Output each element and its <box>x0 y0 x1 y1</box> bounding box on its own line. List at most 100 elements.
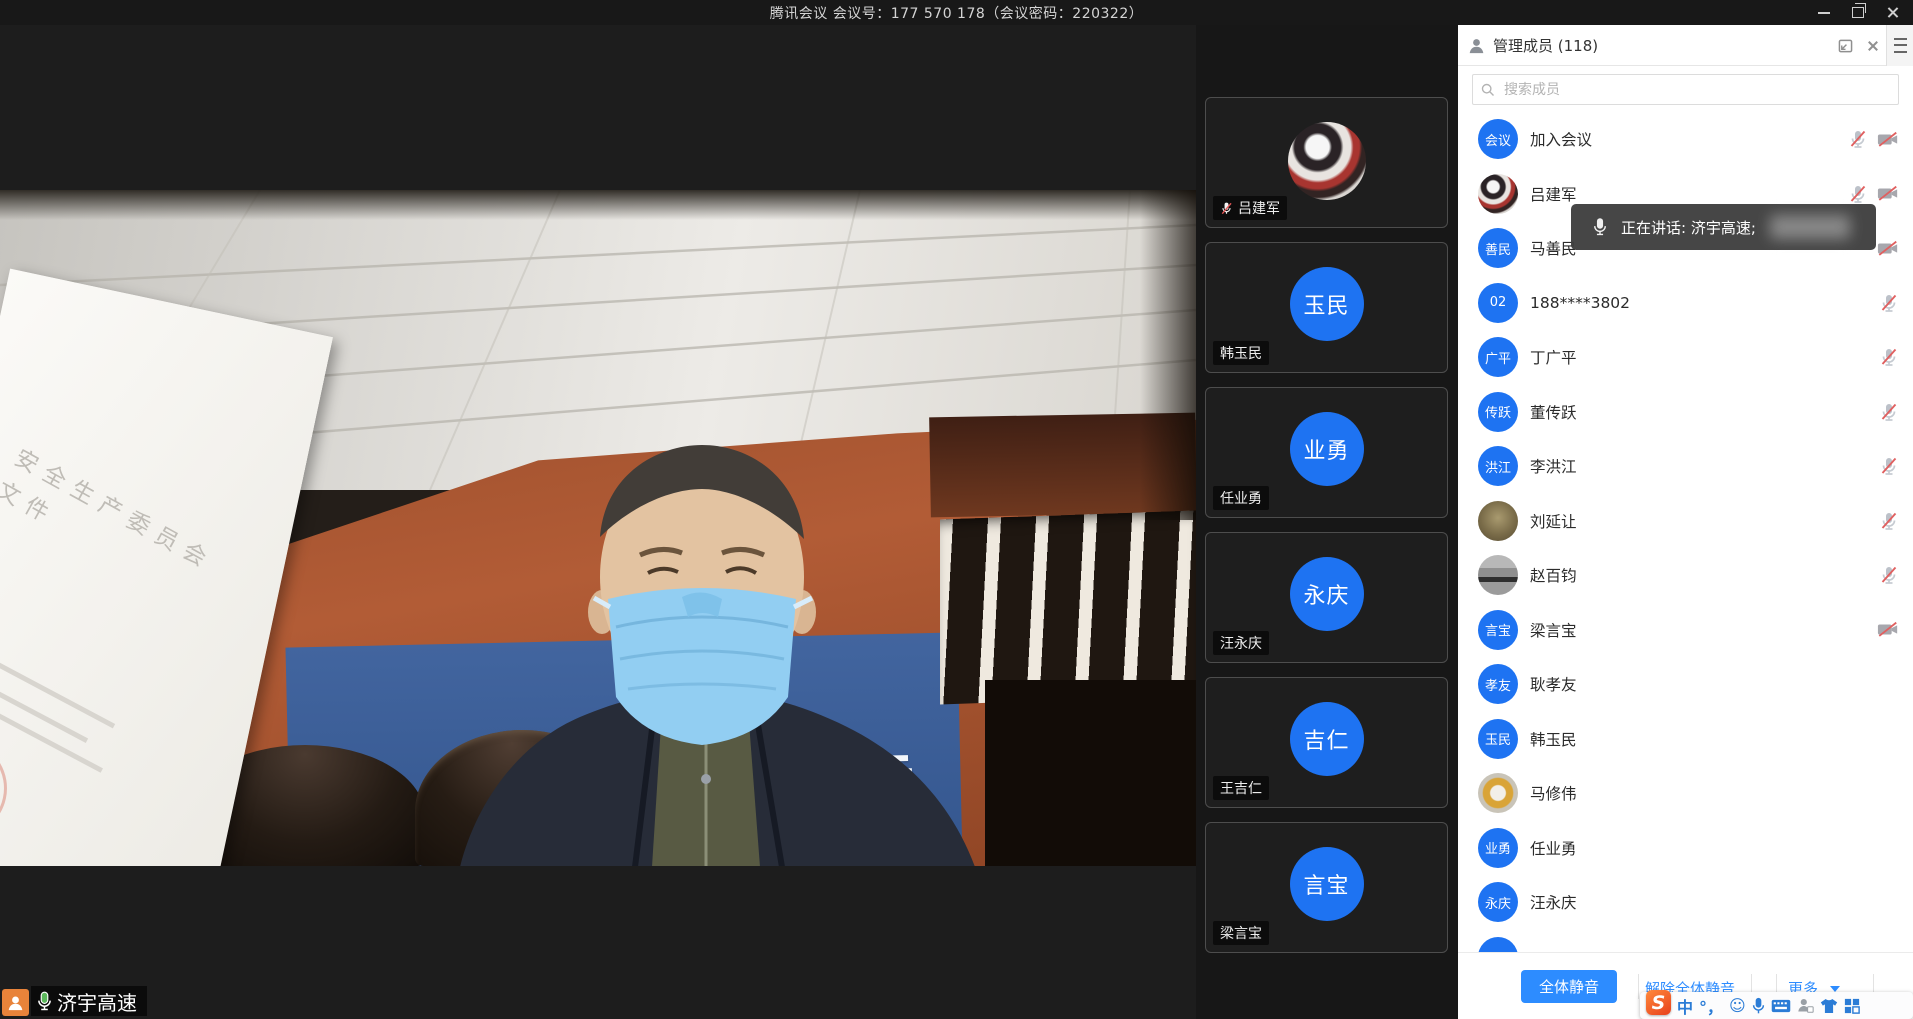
participant-thumbnail[interactable]: 言宝 梁言宝 <box>1205 822 1448 953</box>
member-name: 李洪江 <box>1530 455 1577 477</box>
mic-muted-icon <box>1879 293 1899 313</box>
member-name: 马修伟 <box>1530 782 1577 804</box>
grid-icon[interactable] <box>1844 998 1860 1014</box>
member-row[interactable]: 赵百钧 <box>1458 548 1913 603</box>
participant-thumbnail[interactable]: 吕建军 <box>1205 97 1448 228</box>
person-input-icon[interactable] <box>1797 997 1814 1014</box>
member-avatar <box>1478 174 1518 214</box>
member-row[interactable]: 马修伟 <box>1458 766 1913 821</box>
member-row[interactable]: 洪江 李洪江 <box>1458 439 1913 494</box>
member-avatar: 业勇 <box>1478 828 1518 868</box>
member-row[interactable]: 刘延让 <box>1458 494 1913 549</box>
member-row[interactable]: 传跃 董传跃 <box>1458 385 1913 440</box>
member-row[interactable]: 永庆 汪永庆 <box>1458 875 1913 930</box>
member-avatar: 洪江 <box>1478 446 1518 486</box>
member-name: 梁言宝 <box>1530 619 1577 641</box>
speaker-badge <box>2 989 29 1016</box>
member-avatar: 传跃 <box>1478 392 1518 432</box>
participant-thumbnail[interactable]: 永庆 汪永庆 <box>1205 532 1448 663</box>
member-avatar <box>1478 937 1518 952</box>
ime-mode-button[interactable]: 中 <box>1677 994 1693 1018</box>
camera-off-icon <box>1877 240 1899 257</box>
ime-punct-button[interactable]: °， <box>1699 994 1723 1018</box>
member-avatar <box>1478 501 1518 541</box>
member-row[interactable]: 玉民 韩玉民 <box>1458 712 1913 767</box>
main-video-feed[interactable]: 业 山东交运 致 远 安全生产委员会文件 <box>0 190 1196 866</box>
member-row[interactable]: 业勇 任业勇 <box>1458 821 1913 876</box>
camera-off-icon <box>1877 185 1899 202</box>
restore-button[interactable] <box>1841 0 1875 25</box>
member-row[interactable] <box>1458 930 1913 953</box>
document-stamp <box>0 730 16 846</box>
participant-name-label: 韩玉民 <box>1213 341 1269 365</box>
speaker-person <box>430 190 990 866</box>
participant-thumbnail[interactable]: 吉仁 王吉仁 <box>1205 677 1448 808</box>
member-avatar: 会议 <box>1478 119 1518 159</box>
mic-muted-icon <box>1848 129 1868 149</box>
participant-avatar: 言宝 <box>1290 847 1364 921</box>
participant-name-label: 吕建军 <box>1213 196 1287 220</box>
participant-avatar: 玉民 <box>1290 267 1364 341</box>
minimize-icon <box>1818 12 1830 14</box>
member-avatar: 广平 <box>1478 337 1518 377</box>
participant-avatar: 吉仁 <box>1290 702 1364 776</box>
member-name: 马善民 <box>1530 237 1577 259</box>
member-name: 任业勇 <box>1530 837 1577 859</box>
sogou-logo[interactable]: S <box>1646 990 1671 1015</box>
ime-toolbar: S 中 °， ☺ <box>1640 992 1913 1019</box>
member-panel-title: 管理成员 (118) <box>1493 35 1598 56</box>
mic-muted-icon <box>1220 201 1233 216</box>
keyboard-icon[interactable] <box>1771 999 1791 1013</box>
member-row[interactable]: 言宝 梁言宝 <box>1458 603 1913 658</box>
panel-close-icon[interactable] <box>1867 40 1879 52</box>
mic-muted-icon <box>1879 565 1899 585</box>
camera-off-icon <box>1877 131 1899 148</box>
member-name: 韩玉民 <box>1530 728 1577 750</box>
scene-shadow <box>1140 190 1196 520</box>
minimize-button[interactable] <box>1807 0 1841 25</box>
participant-name-label: 王吉仁 <box>1213 776 1269 800</box>
person-badge-icon <box>7 994 24 1011</box>
shirt-icon[interactable] <box>1820 998 1838 1014</box>
member-row[interactable]: 会议 加入会议 <box>1458 112 1913 167</box>
participant-thumbnail[interactable]: 业勇 任业勇 <box>1205 387 1448 518</box>
mic-muted-icon <box>1879 347 1899 367</box>
mic-muted-icon <box>1879 456 1899 476</box>
member-panel-icon <box>1468 37 1485 54</box>
member-name: 丁广平 <box>1530 346 1577 368</box>
speaking-mic-icon <box>37 991 52 1012</box>
member-panel-header: 管理成员 (118) <box>1458 25 1913 66</box>
tooltip-redacted <box>1770 215 1850 239</box>
panel-menu-button[interactable] <box>1886 25 1913 66</box>
member-avatar: 永庆 <box>1478 882 1518 922</box>
scene-dark-corner <box>985 680 1196 866</box>
popout-icon[interactable] <box>1838 39 1853 53</box>
member-row[interactable]: 孝友 耿孝友 <box>1458 657 1913 712</box>
participant-avatar: 业勇 <box>1290 412 1364 486</box>
mic-muted-icon <box>1879 402 1899 422</box>
member-avatar: 善民 <box>1478 228 1518 268</box>
participant-thumbnail[interactable]: 玉民 韩玉民 <box>1205 242 1448 373</box>
meeting-window: 腾讯会议 会议号：177 570 178（会议密码：220322） <box>0 0 1913 1019</box>
member-name: 加入会议 <box>1530 128 1592 150</box>
participant-name-label: 汪永庆 <box>1213 631 1269 655</box>
member-avatar <box>1478 773 1518 813</box>
member-name: 董传跃 <box>1530 401 1577 423</box>
speaker-name: 济宇高速 <box>57 987 137 1016</box>
member-avatar: 02 <box>1478 283 1518 323</box>
member-row[interactable]: 02 188****3802 <box>1458 276 1913 331</box>
member-search-box[interactable] <box>1472 74 1899 105</box>
mic-muted-icon <box>1879 511 1899 531</box>
mic-icon <box>1593 217 1607 237</box>
mic-muted-icon <box>1848 184 1868 204</box>
member-avatar: 孝友 <box>1478 664 1518 704</box>
member-row[interactable]: 广平 丁广平 <box>1458 330 1913 385</box>
smiley-icon[interactable]: ☺ <box>1729 996 1746 1015</box>
search-icon <box>1481 83 1495 97</box>
search-input[interactable] <box>1502 81 1890 99</box>
mic-icon[interactable] <box>1752 997 1765 1015</box>
member-name: 188****3802 <box>1530 294 1630 312</box>
mute-all-button[interactable]: 全体静音 <box>1521 970 1617 1003</box>
close-button[interactable] <box>1875 0 1909 25</box>
member-name: 吕建军 <box>1530 183 1577 205</box>
